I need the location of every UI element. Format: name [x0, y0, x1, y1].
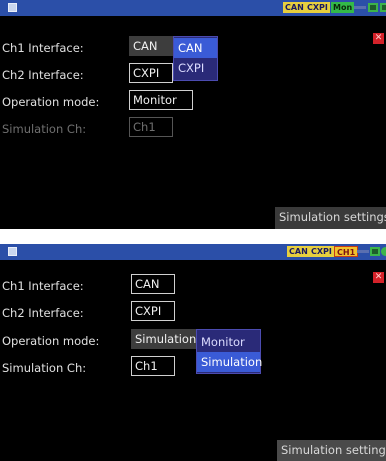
- operation-mode-select[interactable]: Simulation: [131, 329, 197, 349]
- close-icon[interactable]: ✕: [373, 272, 384, 283]
- window-icon: [8, 3, 17, 12]
- can-status-badge: CAN: [287, 246, 310, 257]
- simulation-ch-label: Simulation Ch:: [2, 361, 87, 375]
- status-bar: CAN CXPI CH1: [0, 244, 386, 260]
- cxpi-status-badge: CXPI: [305, 2, 330, 13]
- ch2-interface-select[interactable]: CXPI: [129, 63, 173, 83]
- operation-mode-dropdown-list: Monitor Simulation: [196, 329, 262, 374]
- ch1-interface-label: Ch1 Interface:: [2, 41, 84, 55]
- status-bar: CAN CXPI Mon: [0, 0, 386, 16]
- operation-mode-label: Operation mode:: [2, 334, 100, 348]
- window-icon: [8, 247, 17, 256]
- dropdown-option-cxpi[interactable]: CXPI: [174, 58, 217, 78]
- simulation-settings-button[interactable]: Simulation settings: [275, 207, 386, 229]
- simulation-ch-select[interactable]: Ch1: [131, 356, 175, 376]
- device-icon: [380, 3, 386, 12]
- ch1-interface-select[interactable]: CAN: [131, 274, 175, 294]
- mode-status-badge: CH1: [334, 246, 359, 257]
- close-icon[interactable]: ✕: [373, 33, 384, 44]
- cxpi-status-badge: CXPI: [309, 246, 334, 257]
- ch1-interface-select[interactable]: CAN: [129, 36, 173, 56]
- ch1-interface-label: Ch1 Interface:: [2, 279, 84, 293]
- screen-monitor-mode: CAN CXPI Mon ✕ Ch1 Interface: Ch2 Interf…: [0, 0, 386, 229]
- dropdown-option-simulation[interactable]: Simulation: [197, 352, 262, 372]
- simulation-settings-button[interactable]: Simulation settings: [277, 440, 386, 461]
- mode-status-badge: Mon: [331, 2, 355, 13]
- can-status-badge: CAN: [283, 2, 306, 13]
- device-icon: [381, 247, 386, 256]
- screen-simulation-mode: CAN CXPI CH1 ✕ Ch1 Interface: Ch2 Interf…: [0, 244, 386, 461]
- connection-icon: [368, 3, 378, 12]
- arrow-icon: [354, 3, 366, 12]
- dropdown-option-monitor[interactable]: Monitor: [197, 332, 260, 352]
- operation-mode-label: Operation mode:: [2, 95, 100, 109]
- interface-dropdown-list: CAN CXPI: [173, 36, 218, 81]
- dropdown-option-can[interactable]: CAN: [174, 38, 217, 58]
- ch2-interface-label: Ch2 Interface:: [2, 68, 84, 82]
- arrow-icon: [357, 247, 369, 256]
- simulation-ch-label: Simulation Ch:: [2, 122, 87, 136]
- simulation-ch-select: Ch1: [129, 117, 173, 137]
- ch2-interface-label: Ch2 Interface:: [2, 306, 84, 320]
- operation-mode-select[interactable]: Monitor: [129, 90, 193, 110]
- connection-icon: [370, 247, 380, 256]
- ch2-interface-select[interactable]: CXPI: [131, 301, 175, 321]
